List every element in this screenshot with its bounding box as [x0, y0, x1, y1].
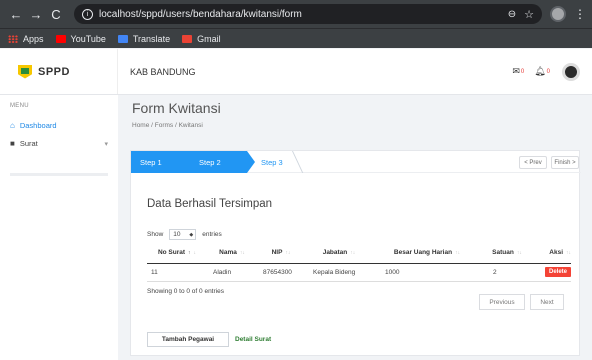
entries-label: entries — [202, 231, 222, 238]
show-label: Show — [147, 231, 164, 238]
sort-icon: ↑↓ — [455, 250, 461, 257]
user-avatar[interactable] — [562, 62, 580, 81]
bookmark-translate[interactable]: Translate — [117, 34, 170, 44]
apps-grid-icon — [8, 34, 18, 43]
bookmark-star-icon[interactable]: ☆ — [524, 8, 534, 21]
finish-button[interactable]: Finish > — [551, 156, 579, 169]
prev-button[interactable]: < Prev — [519, 156, 547, 169]
info-icon[interactable]: i — [82, 8, 93, 20]
app-header: SPPD KAB BANDUNG ✉ 0 🔔︎ 0 — [0, 49, 592, 95]
main-content: Form Kwitansi Home / Forms / Kwitansi St… — [118, 95, 592, 360]
wizard-steps: Step 1 Step 2 Step 3 < Prev Finish > — [131, 151, 581, 173]
detail-surat-link[interactable]: Detail Surat — [235, 336, 271, 343]
data-table: No Surat ↑ ↓ Nama ↑↓ NIP ↑↓ Jabatan ↑↓ Besar … — [147, 243, 571, 282]
page-length-control: Show 10 ◆ entries — [147, 229, 222, 240]
chevron-down-icon: ▾ — [104, 140, 108, 148]
mail-notification[interactable]: ✉ 0 — [512, 66, 524, 77]
translate-icon — [117, 34, 128, 43]
tambah-pegawai-button[interactable]: Tambah Pegawai — [147, 332, 229, 347]
col-besar-uang-harian[interactable]: Besar Uang Harian ↑↓ — [373, 243, 481, 264]
sidebar-item-dashboard[interactable]: ⌂ Dashboard — [10, 121, 57, 130]
wizard-step-3[interactable]: Step 3 — [247, 151, 285, 173]
region-label: KAB BANDUNG — [130, 66, 196, 77]
pagination-previous-button[interactable]: Previous — [479, 294, 525, 310]
sort-asc-icon: ↑ — [188, 250, 191, 257]
table-row: 11 Aladin 87654300 Kepala Bideng 1000 2 … — [147, 263, 571, 282]
col-satuan[interactable]: Satuan ↑↓ — [481, 243, 533, 264]
col-aksi[interactable]: Aksi ↑↓ — [533, 243, 571, 264]
wizard-step-2[interactable]: Step 2 — [181, 151, 255, 173]
sidebar-item-surat[interactable]: ■ Surat ▾ — [10, 139, 108, 148]
col-jabatan[interactable]: Jabatan ↑↓ — [305, 243, 373, 264]
mail-icon: ✉ — [512, 66, 520, 76]
caret-down-icon: ◆ — [189, 231, 194, 238]
wizard-step-3-edge — [283, 151, 304, 173]
forward-icon[interactable]: → — [26, 7, 46, 22]
sort-icon: ↓ — [193, 250, 197, 257]
sppd-logo-icon — [18, 64, 32, 79]
sort-icon: ↑↓ — [285, 250, 291, 257]
bookmark-apps[interactable]: Apps — [8, 34, 44, 44]
browser-toolbar: ← → C i localhost/sppd/users/bendahara/k… — [0, 0, 592, 28]
page-length-select[interactable]: 10 ◆ — [169, 229, 197, 240]
back-icon[interactable]: ← — [6, 7, 26, 22]
sort-icon: ↑↓ — [516, 250, 522, 257]
col-nip[interactable]: NIP ↑↓ — [257, 243, 305, 264]
cell-nama: Aladin — [207, 263, 257, 282]
reload-icon[interactable]: C — [46, 7, 66, 22]
breadcrumb: Home / Forms / Kwitansi — [132, 122, 203, 129]
gmail-icon — [182, 34, 193, 43]
delete-button[interactable]: Delete — [544, 267, 571, 277]
menu-kebab-icon[interactable]: ⋮ — [574, 7, 586, 21]
table-info: Showing 0 to 0 of 0 entries — [147, 288, 224, 295]
folder-icon: ■ — [10, 139, 15, 148]
sidebar: MENU ⌂ Dashboard ■ Surat ▾ — [0, 95, 118, 360]
zoom-icon[interactable]: ⊖ — [508, 9, 516, 20]
youtube-icon — [55, 34, 66, 43]
col-no-surat[interactable]: No Surat ↑ ↓ — [147, 243, 207, 264]
col-nama[interactable]: Nama ↑↓ — [207, 243, 257, 264]
bookmarks-bar: Apps YouTube Translate Gmail — [0, 28, 592, 48]
cell-nip: 87654300 — [257, 263, 305, 282]
sort-icon: ↑↓ — [566, 250, 571, 257]
bookmark-youtube[interactable]: YouTube — [55, 34, 106, 44]
brand[interactable]: SPPD — [0, 49, 118, 94]
table-header-row: No Surat ↑ ↓ Nama ↑↓ NIP ↑↓ Jabatan ↑↓ Besar … — [147, 243, 571, 264]
url-text[interactable]: localhost/sppd/users/bendahara/kwitansi/… — [99, 9, 302, 20]
pagination-next-button[interactable]: Next — [530, 294, 564, 310]
wizard-step-1[interactable]: Step 1 — [131, 151, 189, 173]
page-title: Form Kwitansi — [132, 100, 221, 116]
sort-icon: ↑↓ — [239, 250, 245, 257]
cell-jabatan: Kepala Bideng — [305, 263, 373, 282]
cell-besar-uang-harian: 1000 — [373, 263, 481, 282]
section-title: Data Berhasil Tersimpan — [147, 198, 273, 210]
bell-notification[interactable]: 🔔︎ 0 — [534, 66, 550, 77]
sidebar-divider — [10, 173, 108, 176]
form-card: Step 1 Step 2 Step 3 < Prev Finish > Dat… — [130, 150, 581, 356]
address-bar[interactable]: i localhost/sppd/users/bendahara/kwitans… — [74, 4, 542, 24]
home-icon: ⌂ — [10, 121, 15, 130]
cell-satuan: 2 — [481, 263, 533, 282]
bell-icon: 🔔︎ — [534, 66, 546, 76]
sort-icon: ↑↓ — [350, 250, 356, 257]
cell-no-surat: 11 — [147, 263, 207, 282]
brand-name: SPPD — [38, 65, 70, 78]
bookmark-gmail[interactable]: Gmail — [182, 34, 221, 44]
menu-heading: MENU — [10, 103, 29, 109]
profile-avatar[interactable] — [550, 6, 566, 22]
